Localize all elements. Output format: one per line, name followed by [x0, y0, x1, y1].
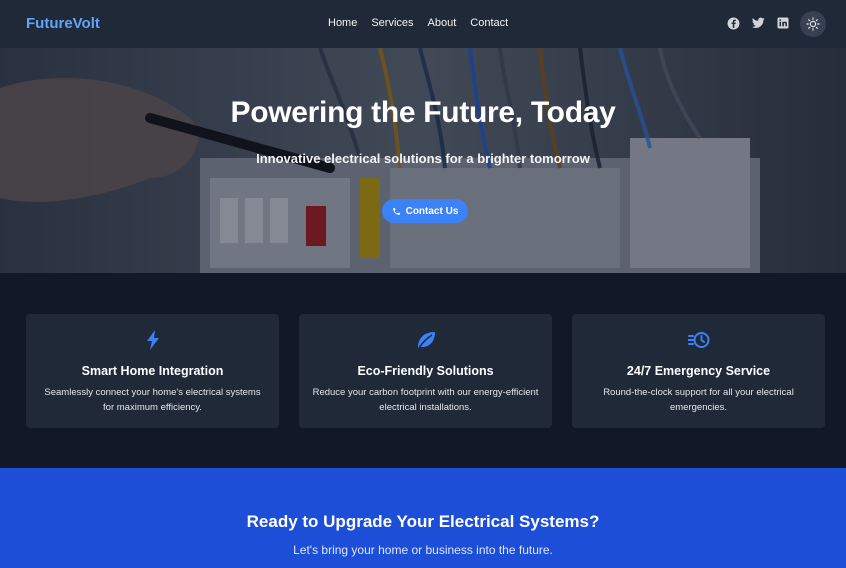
feature-card-eco-friendly: Eco-Friendly Solutions Reduce your carbo…	[299, 314, 552, 428]
nav-link-contact[interactable]: Contact	[470, 17, 508, 29]
cta-subtitle: Let's bring your home or business into t…	[293, 543, 553, 557]
linkedin-icon[interactable]	[776, 16, 790, 30]
nav-links: Home Services About Contact	[328, 17, 508, 29]
feature-title: Smart Home Integration	[81, 364, 224, 378]
hero-subtitle: Innovative electrical solutions for a br…	[256, 151, 590, 166]
feature-description: Reduce your carbon footprint with our en…	[312, 387, 539, 413]
hero-title: Powering the Future, Today	[230, 96, 616, 129]
feature-card-smart-home: Smart Home Integration Seamlessly connec…	[26, 314, 279, 428]
hero-section: Powering the Future, Today Innovative el…	[0, 48, 846, 273]
navbar: FutureVolt Home Services About Contact	[0, 0, 846, 48]
bolt-icon	[146, 330, 159, 350]
sun-icon	[806, 17, 820, 31]
nav-link-home[interactable]: Home	[328, 17, 357, 29]
cta-title: Ready to Upgrade Your Electrical Systems…	[246, 512, 600, 531]
twitter-icon[interactable]	[751, 16, 765, 30]
feature-description: Round-the-clock support for all your ele…	[603, 387, 794, 413]
feature-title: 24/7 Emergency Service	[626, 364, 771, 378]
brand-logo[interactable]: FutureVolt	[26, 15, 100, 32]
nav-link-services[interactable]: Services	[371, 17, 413, 29]
theme-toggle-button[interactable]	[800, 11, 826, 37]
nav-link-about[interactable]: About	[428, 17, 457, 29]
features-section: Smart Home Integration Seamlessly connec…	[0, 273, 846, 468]
clock-icon	[687, 332, 709, 348]
leaf-icon	[417, 332, 435, 349]
feature-title: Eco-Friendly Solutions	[357, 364, 494, 378]
feature-card-emergency: 24/7 Emergency Service Round-the-clock s…	[572, 314, 825, 428]
facebook-icon[interactable]	[726, 16, 740, 30]
contact-us-button[interactable]: Contact Us	[382, 199, 468, 223]
phone-icon	[392, 207, 400, 215]
feature-description: Seamlessly connect your home's electrica…	[44, 387, 261, 413]
contact-us-label: Contact Us	[405, 205, 459, 217]
cta-section: Ready to Upgrade Your Electrical Systems…	[0, 468, 846, 568]
